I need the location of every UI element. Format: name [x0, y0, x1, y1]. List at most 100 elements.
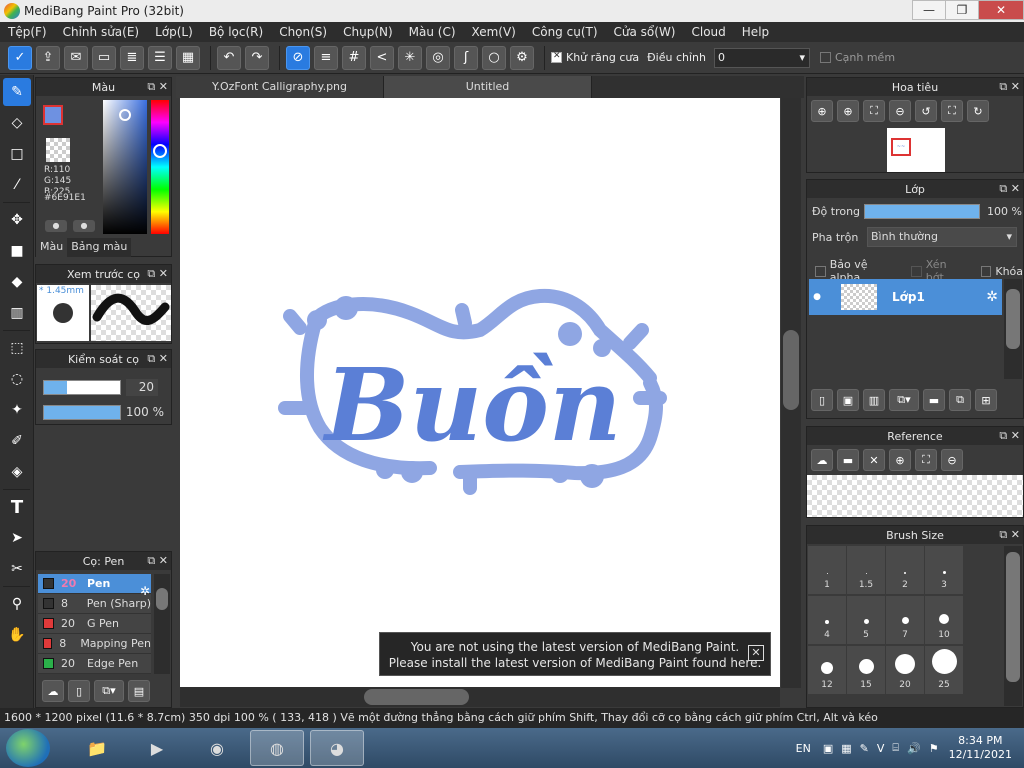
select-pen-tool-icon[interactable]: ✐: [3, 427, 31, 455]
text-tool-icon[interactable]: T: [3, 493, 31, 521]
primary-color-swatch[interactable]: [43, 105, 63, 125]
notification-close-icon[interactable]: ✕: [748, 645, 764, 661]
divide-tool-icon[interactable]: ✂: [3, 555, 31, 583]
tab-palette[interactable]: Bảng màu: [67, 238, 132, 257]
canvas-horizontal-scrollbar[interactable]: [180, 687, 780, 707]
palette-add-icon[interactable]: ●: [45, 220, 67, 232]
size-cell[interactable]: 25: [925, 646, 963, 694]
notification-flag-icon[interactable]: ⚑: [929, 742, 939, 755]
brush-item-g-pen[interactable]: 20 G Pen: [38, 614, 151, 634]
brush-item-edge-pen[interactable]: 20 Edge Pen: [38, 654, 151, 674]
operation-tool-icon[interactable]: ➤: [3, 524, 31, 552]
eyedropper-tool-icon[interactable]: ⚲: [3, 590, 31, 618]
bucket-tool-icon[interactable]: ◆: [3, 268, 31, 296]
share-icon[interactable]: ⇪: [36, 45, 60, 70]
list-icon[interactable]: ☰: [148, 45, 172, 70]
full-view-icon[interactable]: ⛶: [941, 100, 963, 122]
size-cell[interactable]: 20: [886, 646, 924, 694]
undo-icon[interactable]: ↶: [217, 45, 241, 70]
brush-list-scrollbar[interactable]: [154, 574, 170, 674]
reference-fit-icon[interactable]: ⛶: [915, 449, 937, 471]
canvas-vertical-thumb[interactable]: [783, 330, 799, 410]
tab-document-2[interactable]: Untitled: [384, 76, 592, 98]
minimize-button[interactable]: —: [912, 0, 946, 20]
move-tool-icon[interactable]: ✥: [3, 206, 31, 234]
panel-close-icon[interactable]: ⧉ ✕: [147, 80, 168, 94]
network-icon[interactable]: ⌸: [892, 741, 899, 755]
panel-close-icon[interactable]: ⧉ ✕: [147, 267, 168, 281]
fill-rect-tool-icon[interactable]: ■: [3, 237, 31, 265]
rectangle-tool-icon[interactable]: □: [3, 140, 31, 168]
menu-edit[interactable]: Chỉnh sửa(E): [55, 22, 148, 42]
reference-folder-icon[interactable]: ▬: [837, 449, 859, 471]
new-layer-color-icon[interactable]: ▣: [837, 389, 859, 411]
rotate-right-icon[interactable]: ↻: [967, 100, 989, 122]
lasso-tool-icon[interactable]: ◌: [3, 365, 31, 393]
language-indicator[interactable]: EN: [796, 742, 811, 755]
snap-settings-icon[interactable]: ⚙: [510, 45, 534, 70]
brush-duplicate-icon[interactable]: ▤: [128, 680, 150, 702]
size-cell[interactable]: 1: [808, 546, 846, 594]
snap-ellipse-icon[interactable]: ○: [482, 45, 506, 70]
comment-icon[interactable]: ✉: [64, 45, 88, 70]
layer-visibility-icon[interactable]: ●: [809, 292, 825, 302]
palette-picker-icon[interactable]: ●: [73, 220, 95, 232]
volume-icon[interactable]: 🔊: [907, 742, 921, 755]
layer-folder-icon[interactable]: ▬: [923, 389, 945, 411]
brush-cloud-icon[interactable]: ☁: [42, 680, 64, 702]
transparent-color-swatch[interactable]: [46, 138, 70, 162]
tray-icon[interactable]: V: [877, 742, 885, 755]
hand-tool-icon[interactable]: ✋: [3, 621, 31, 649]
media-player-icon[interactable]: ▶: [130, 730, 184, 766]
select-rect-tool-icon[interactable]: ⬚: [3, 334, 31, 362]
brush-size-value[interactable]: 20: [126, 379, 158, 396]
adjust-select[interactable]: 0 ▾: [713, 47, 810, 68]
snap-vanish-icon[interactable]: <: [370, 45, 394, 70]
brush-size-slider[interactable]: [43, 380, 121, 395]
zoom-in-alt-icon[interactable]: ⊕: [837, 100, 859, 122]
select-eraser-tool-icon[interactable]: ◈: [3, 458, 31, 486]
panel-close-icon[interactable]: ⧉ ✕: [999, 429, 1020, 443]
lock-checkbox[interactable]: [980, 265, 992, 277]
size-cell[interactable]: 15: [847, 646, 885, 694]
layer-settings-gear-icon[interactable]: ✲: [986, 289, 998, 305]
redo-icon[interactable]: ↷: [245, 45, 269, 70]
tab-color[interactable]: Màu: [36, 238, 68, 257]
grid-icon[interactable]: ▦: [176, 45, 200, 70]
size-cell[interactable]: 1.5: [847, 546, 885, 594]
brush-opacity-slider[interactable]: [43, 405, 121, 420]
size-cell[interactable]: 5: [847, 596, 885, 644]
new-layer-halftone-icon[interactable]: ▥: [863, 389, 885, 411]
menu-color[interactable]: Màu (C): [401, 22, 464, 42]
menu-help[interactable]: Help: [734, 22, 777, 42]
page-icon[interactable]: ▭: [92, 45, 116, 70]
reference-close-icon[interactable]: ✕: [863, 449, 885, 471]
reference-zoom-out-icon[interactable]: ⊖: [941, 449, 963, 471]
tab-document-1[interactable]: Y.OzFont Calligraphy.png: [176, 76, 384, 98]
snap-circle-icon[interactable]: ◎: [426, 45, 450, 70]
drawing-canvas[interactable]: Buồn: [180, 98, 780, 687]
rotate-left-icon[interactable]: ↺: [915, 100, 937, 122]
brush-size-scrollbar[interactable]: [1004, 546, 1022, 706]
tray-icon[interactable]: ▦: [841, 742, 851, 755]
snap-off-icon[interactable]: ⊘: [286, 45, 310, 70]
brush-new-icon[interactable]: ▯: [68, 680, 90, 702]
brush-tool-icon[interactable]: ✎: [3, 78, 31, 106]
dot-tool-icon[interactable]: ⁄: [3, 171, 31, 199]
zoom-out-icon[interactable]: ⊖: [889, 100, 911, 122]
reference-view[interactable]: [807, 475, 1023, 517]
size-cell[interactable]: 3: [925, 546, 963, 594]
panel-close-icon[interactable]: ⧉ ✕: [999, 528, 1020, 542]
new-layer-icon[interactable]: ▯: [811, 389, 833, 411]
menu-tools[interactable]: Công cụ(T): [524, 22, 606, 42]
reference-cloud-icon[interactable]: ☁: [811, 449, 833, 471]
snap-grid-icon[interactable]: #: [342, 45, 366, 70]
layer-row-1[interactable]: ● Lớp1 ✲: [809, 279, 1002, 315]
explorer-icon[interactable]: 📁: [70, 730, 124, 766]
snap-radial-icon[interactable]: ✳: [398, 45, 422, 70]
app-green-icon[interactable]: ◉: [190, 730, 244, 766]
reference-zoom-in-icon[interactable]: ⊕: [889, 449, 911, 471]
snap-parallel-icon[interactable]: ≡: [314, 45, 338, 70]
snap-curve-icon[interactable]: ʃ: [454, 45, 478, 70]
brush-settings-gear-icon[interactable]: ✲: [140, 584, 150, 598]
